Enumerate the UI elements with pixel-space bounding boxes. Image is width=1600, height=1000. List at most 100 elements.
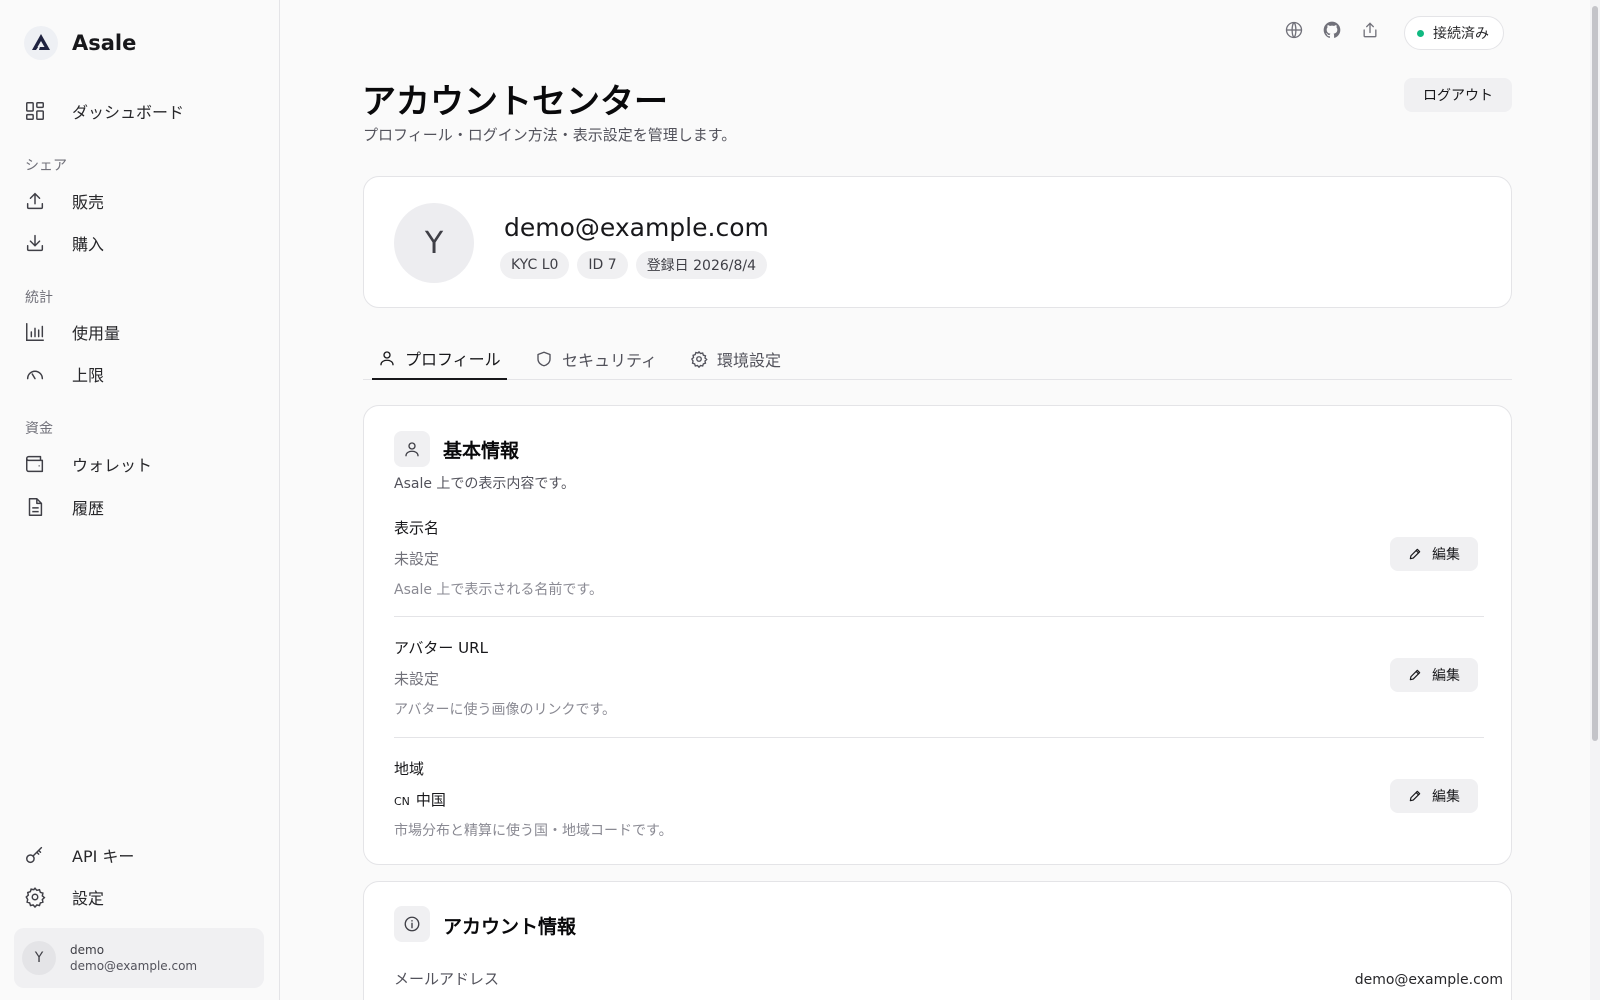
wallet-icon [26, 455, 44, 473]
section-description: Asale 上での表示内容です。 [394, 476, 576, 492]
profile-email: demo@example.com [504, 213, 769, 242]
sidebar-section-share: シェア [25, 158, 67, 174]
edit-region-button[interactable]: 編集 [1390, 779, 1478, 813]
registered-date-badge: 登録日 2026/8/4 [635, 251, 768, 279]
sidebar-item-settings[interactable]: 設定 [24, 881, 104, 913]
avatar: Y [22, 941, 56, 975]
key-icon [26, 846, 43, 864]
brand-logo-icon [24, 26, 58, 60]
account-info-card: アカウント情報 メールアドレス demo@example.com [363, 881, 1512, 1000]
download-icon [26, 234, 44, 252]
logout-button[interactable]: ログアウト [1404, 78, 1512, 112]
sidebar-item-limit[interactable]: 上限 [24, 358, 104, 390]
user-name: demo [70, 943, 105, 957]
globe-icon[interactable] [1284, 20, 1304, 40]
shield-icon [537, 351, 551, 367]
brand[interactable]: Asale [24, 26, 136, 60]
gear-icon [25, 887, 46, 908]
section-title: 基本情報 [443, 440, 520, 462]
field-value: 未設定 [394, 550, 440, 568]
tab-label: セキュリティ [562, 351, 658, 370]
document-icon [28, 498, 43, 516]
info-icon [394, 906, 430, 942]
sidebar-item-purchase[interactable]: 購入 [24, 227, 104, 259]
profile-badges: KYC L0 ID 7 登録日 2026/8/4 [500, 251, 768, 279]
field-value: 未設定 [394, 670, 440, 688]
user-email: demo@example.com [70, 959, 198, 973]
country-name: 中国 [415, 791, 446, 809]
field-region: 地域 CN 中国 市場分布と精算に使う国・地域コードです。 [394, 758, 1484, 840]
sidebar-item-api-keys[interactable]: API キー [24, 839, 134, 871]
user-icon [380, 351, 394, 366]
id-badge: ID 7 [577, 251, 628, 279]
sidebar-item-label: API キー [72, 847, 135, 866]
topbar-icons [1284, 20, 1380, 40]
sidebar: Asale ダッシュボード シェア 販売 購入 統計 使用量 上限 資金 ウォレ… [0, 0, 280, 1000]
upload-icon [26, 192, 44, 210]
section-title: アカウント情報 [443, 916, 577, 938]
account-tabs: プロフィール セキュリティ 環境設定 [363, 338, 1512, 380]
field-label: アバター URL [394, 639, 488, 657]
sidebar-item-wallet[interactable]: ウォレット [24, 448, 152, 480]
gear-icon [691, 350, 708, 368]
user-icon [394, 431, 430, 467]
sidebar-item-history[interactable]: 履歴 [24, 491, 104, 523]
scrollbar[interactable] [1590, 0, 1600, 1000]
tab-label: プロフィール [405, 350, 501, 369]
field-hint: 市場分布と精算に使う国・地域コードです。 [394, 823, 673, 839]
field-display-name: 表示名 未設定 Asale 上で表示される名前です。 [394, 517, 1484, 599]
email-value: demo@example.com [1354, 972, 1503, 988]
tab-security[interactable]: セキュリティ [535, 338, 657, 380]
sidebar-item-sales[interactable]: 販売 [24, 185, 104, 217]
scrollbar-thumb[interactable] [1592, 6, 1598, 741]
sidebar-item-label: 販売 [72, 193, 105, 212]
divider [394, 737, 1484, 738]
country-code: CN [394, 795, 410, 808]
sidebar-item-label: 購入 [72, 235, 105, 254]
field-value: CN 中国 [394, 789, 1484, 810]
sidebar-item-label: ウォレット [72, 456, 153, 475]
sidebar-item-label: 設定 [72, 889, 105, 908]
field-avatar-url: アバター URL 未設定 アバターに使う画像のリンクです。 [394, 637, 1484, 719]
sidebar-item-label: 使用量 [72, 324, 121, 343]
sidebar-section-stats: 統計 [25, 290, 53, 306]
edit-label: 編集 [1432, 789, 1460, 805]
profile-card: Y demo@example.com KYC L0 ID 7 登録日 2026/… [363, 176, 1512, 308]
pencil-icon [1409, 790, 1421, 802]
pencil-icon [1409, 669, 1421, 681]
bar-chart-icon [26, 323, 44, 341]
field-label: 地域 [394, 760, 425, 778]
sidebar-item-label: 履歴 [72, 499, 105, 518]
connection-status[interactable]: 接続済み [1404, 16, 1504, 50]
field-hint: Asale 上で表示される名前です。 [394, 582, 604, 598]
sidebar-item-usage[interactable]: 使用量 [24, 316, 120, 348]
share-icon[interactable] [1360, 20, 1380, 40]
profile-avatar: Y [394, 203, 474, 283]
field-label: 表示名 [394, 519, 440, 537]
divider [394, 616, 1484, 617]
sidebar-item-dashboard[interactable]: ダッシュボード [24, 95, 184, 127]
edit-label: 編集 [1432, 547, 1460, 563]
gauge-icon [26, 370, 44, 380]
brand-name: Asale [72, 31, 137, 55]
page-subtitle: プロフィール・ログイン方法・表示設定を管理します。 [363, 126, 737, 144]
basic-info-card: 基本情報 Asale 上での表示内容です。 表示名 未設定 Asale 上で表示… [363, 405, 1512, 865]
tab-profile[interactable]: プロフィール [372, 338, 507, 380]
status-label: 接続済み [1433, 26, 1489, 42]
sidebar-item-label: ダッシュボード [72, 103, 185, 122]
sidebar-section-funds: 資金 [25, 421, 53, 437]
status-dot [1417, 29, 1424, 37]
email-label: メールアドレス [394, 970, 500, 988]
user-card[interactable]: Y demo demo@example.com [14, 928, 264, 988]
edit-label: 編集 [1432, 668, 1460, 684]
page-title: アカウントセンター [362, 82, 668, 122]
dashboard-icon [26, 102, 44, 120]
github-icon[interactable] [1322, 20, 1342, 40]
kyc-badge: KYC L0 [500, 251, 570, 279]
tab-preferences[interactable]: 環境設定 [690, 338, 781, 380]
edit-avatar-url-button[interactable]: 編集 [1390, 658, 1478, 692]
edit-display-name-button[interactable]: 編集 [1390, 537, 1478, 571]
field-hint: アバターに使う画像のリンクです。 [394, 702, 617, 718]
sidebar-item-label: 上限 [72, 366, 105, 385]
pencil-icon [1409, 548, 1421, 560]
